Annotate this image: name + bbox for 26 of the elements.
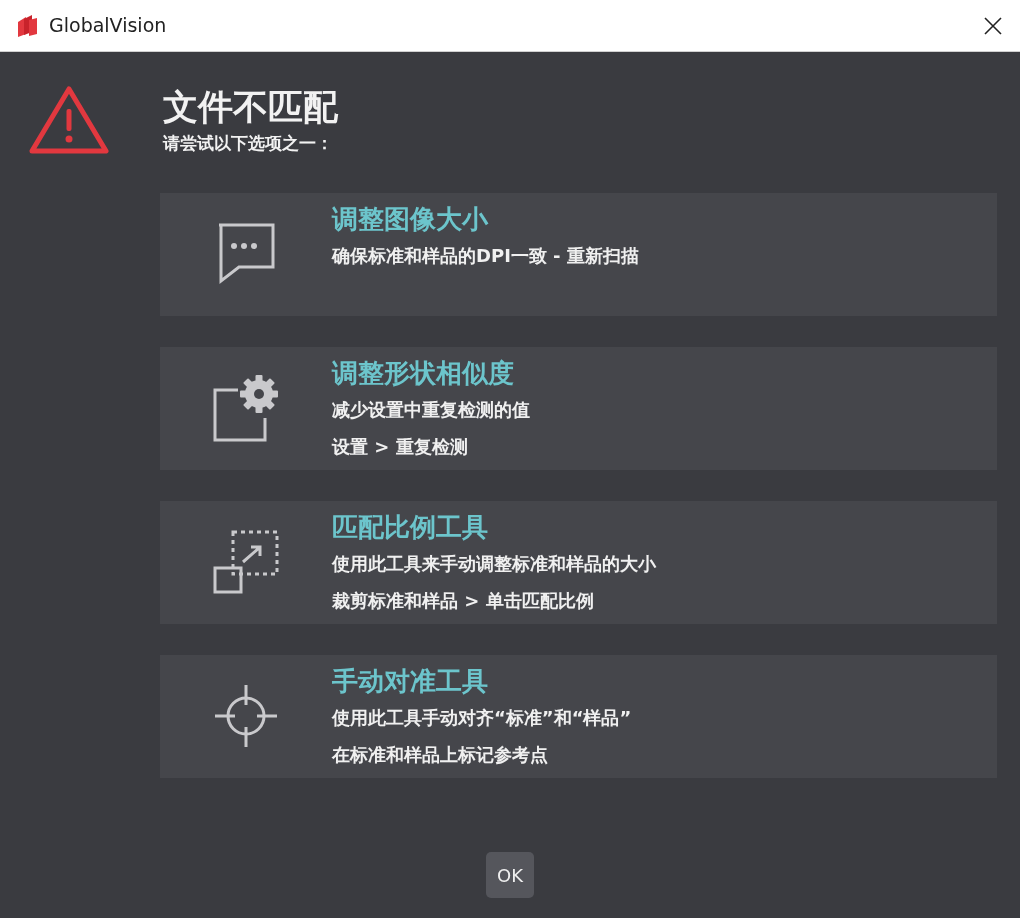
gear-square-icon xyxy=(212,374,280,442)
dialog-subtitle: 请尝试以下选项之一： xyxy=(163,132,334,155)
option-card[interactable]: 匹配比例工具 使用此工具来手动调整标准和样品的大小 裁剪标准和样品 > 单击匹配比例 xyxy=(160,500,997,624)
option-card[interactable]: 调整图像大小 确保标准和样品的DPI一致 - 重新扫描 xyxy=(160,192,997,316)
resize-icon xyxy=(213,530,279,594)
option-card[interactable]: 手动对准工具 使用此工具手动对齐“标准”和“样品” 在标准和样品上标记参考点 xyxy=(160,654,997,778)
option-title: 手动对准工具 xyxy=(332,664,489,698)
option-description: 裁剪标准和样品 > 单击匹配比例 xyxy=(332,588,595,613)
option-title: 调整图像大小 xyxy=(332,202,490,236)
crosshair-icon xyxy=(213,683,279,749)
option-description: 设置 > 重复检测 xyxy=(332,434,469,459)
option-description: 使用此工具来手动调整标准和样品的大小 xyxy=(332,551,656,576)
window-title: GlobalVision xyxy=(49,13,167,39)
app-logo-icon xyxy=(16,13,38,38)
option-description: 在标准和样品上标记参考点 xyxy=(332,742,549,767)
option-title: 调整形状相似度 xyxy=(332,356,515,390)
close-icon xyxy=(984,16,1002,35)
option-card[interactable]: 调整形状相似度 减少设置中重复检测的值 设置 > 重复检测 xyxy=(160,346,997,470)
chat-bubble-icon xyxy=(217,223,275,285)
dialog-title: 文件不匹配 xyxy=(163,86,338,129)
option-description: 确保标准和样品的DPI一致 - 重新扫描 xyxy=(332,243,639,268)
option-title: 匹配比例工具 xyxy=(332,510,489,544)
option-description: 使用此工具手动对齐“标准”和“样品” xyxy=(332,705,632,730)
warning-icon xyxy=(28,85,110,155)
option-description: 减少设置中重复检测的值 xyxy=(332,397,530,422)
ok-button[interactable]: OK xyxy=(486,852,534,898)
